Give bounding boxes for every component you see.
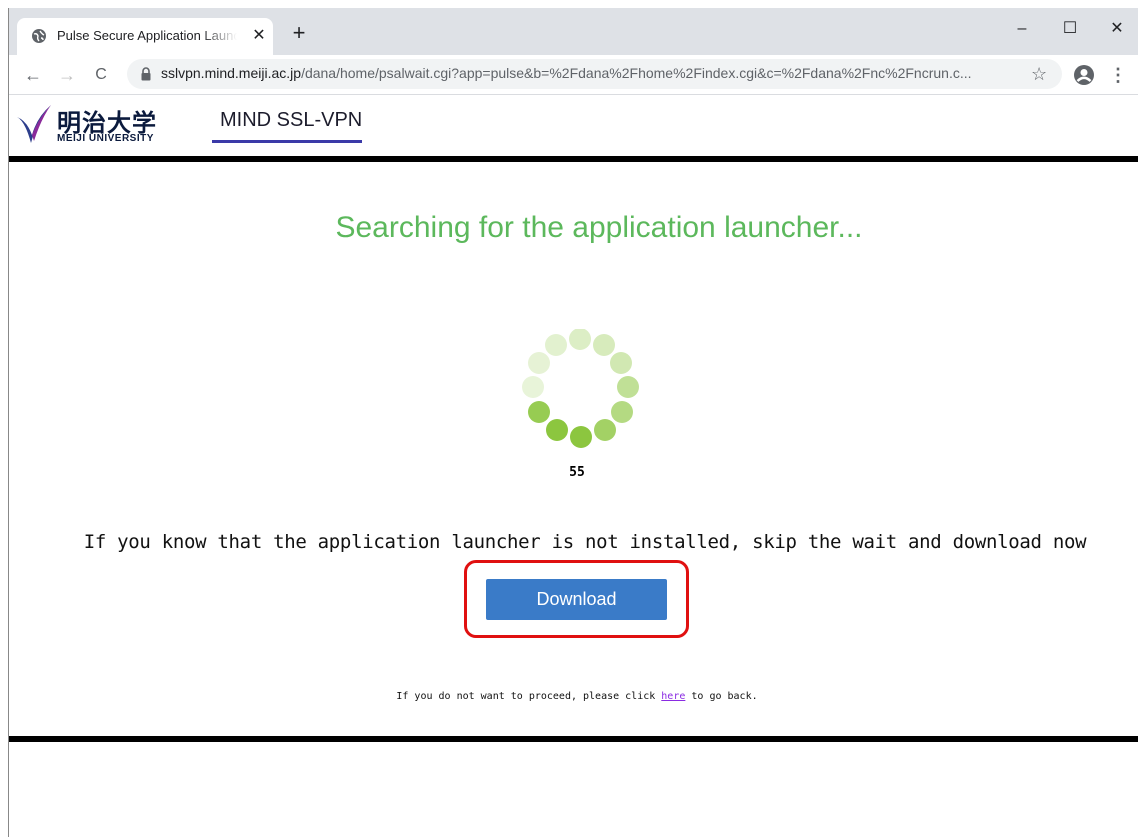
page-title: Searching for the application launcher..… xyxy=(335,211,863,244)
browser-tab[interactable]: Pulse Secure Application Launcher ✕ xyxy=(17,18,273,55)
url-host: sslvpn.mind.meiji.ac.jp xyxy=(161,65,302,81)
go-back-note-suffix: to go back. xyxy=(685,691,758,702)
site-brand-title: MIND SSL-VPN xyxy=(220,109,363,131)
brand-underline xyxy=(212,140,362,143)
close-window-icon[interactable]: ✕ xyxy=(1094,14,1138,44)
meiji-logo[interactable]: 明治大学 MEIJI UNIVERSITY xyxy=(15,103,175,147)
browser-menu-icon[interactable]: ⋮ xyxy=(1109,63,1127,87)
new-tab-icon[interactable]: + xyxy=(287,22,311,46)
meiji-v-mark-icon xyxy=(17,105,51,143)
download-prompt-text: If you know that the application launche… xyxy=(83,531,1087,553)
loading-spinner-icon xyxy=(522,329,639,448)
bookmark-star-icon[interactable]: ☆ xyxy=(1031,63,1047,85)
page-content: 明治大学 MEIJI UNIVERSITY MIND SSL-VPN Searc… xyxy=(9,95,1138,837)
lock-icon xyxy=(141,67,151,81)
reload-icon[interactable]: C xyxy=(89,63,113,87)
site-header: 明治大学 MEIJI UNIVERSITY MIND SSL-VPN xyxy=(9,95,1138,155)
url-text: sslvpn.mind.meiji.ac.jp/dana/home/psalwa… xyxy=(161,65,1041,81)
countdown-counter: 55 xyxy=(569,465,585,480)
logo-english-text: MEIJI UNIVERSITY xyxy=(57,133,154,144)
maximize-icon[interactable]: ☐ xyxy=(1047,14,1093,44)
bottom-divider xyxy=(9,736,1138,742)
browser-toolbar: ← → C sslvpn.mind.meiji.ac.jp/dana/home/… xyxy=(9,55,1138,95)
back-icon[interactable]: ← xyxy=(21,63,45,87)
globe-icon xyxy=(32,29,46,43)
download-button[interactable]: Download xyxy=(486,579,667,620)
tab-title: Pulse Secure Application Launcher xyxy=(57,28,237,43)
top-divider xyxy=(9,156,1138,162)
go-back-note-prefix: If you do not want to proceed, please cl… xyxy=(396,691,662,702)
browser-window: Pulse Secure Application Launcher ✕ + – … xyxy=(8,8,1138,837)
tab-strip: Pulse Secure Application Launcher ✕ + – … xyxy=(9,8,1138,55)
url-path: /dana/home/psalwait.cgi?app=pulse&b=%2Fd… xyxy=(301,65,972,81)
go-back-link[interactable]: here xyxy=(661,691,685,702)
minimize-icon[interactable]: – xyxy=(999,14,1045,44)
address-bar[interactable]: sslvpn.mind.meiji.ac.jp/dana/home/psalwa… xyxy=(127,59,1062,89)
profile-avatar-icon[interactable] xyxy=(1073,64,1095,86)
tab-close-icon[interactable]: ✕ xyxy=(249,26,269,46)
go-back-note: If you do not want to proceed, please cl… xyxy=(9,691,1138,702)
forward-icon[interactable]: → xyxy=(55,63,79,87)
